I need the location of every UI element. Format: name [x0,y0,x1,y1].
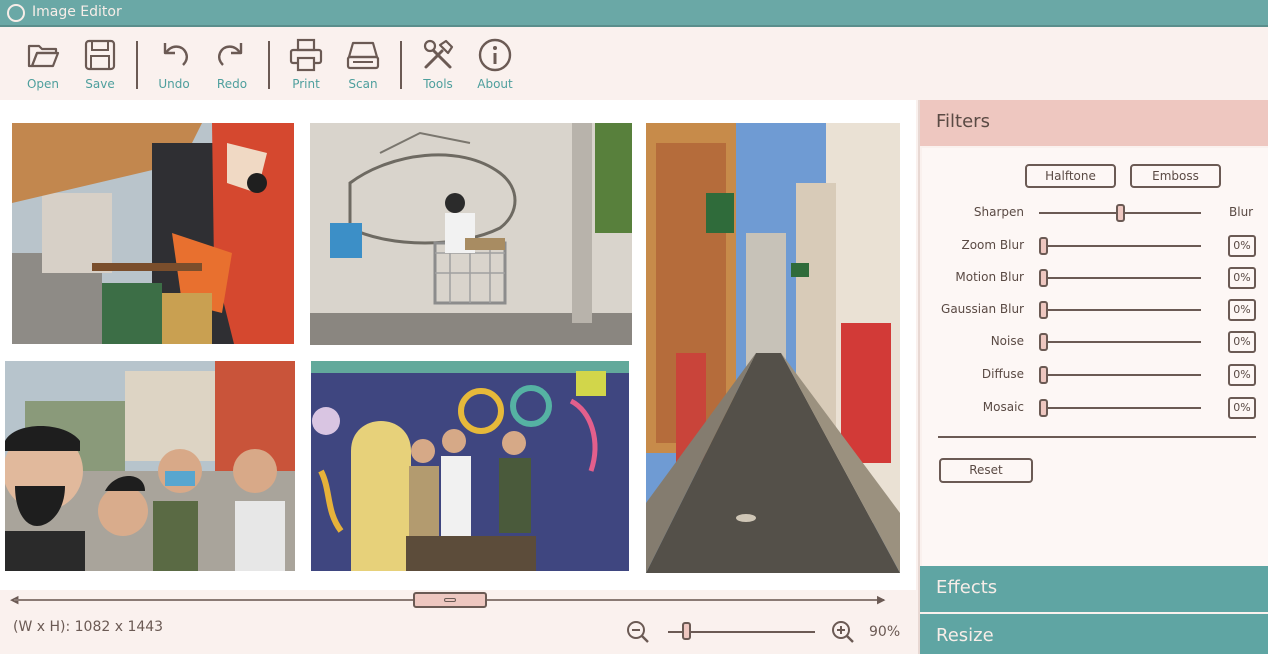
filter-value-field[interactable]: 0% [1228,331,1256,353]
floppy-disk-icon [84,39,116,71]
folder-open-icon [27,44,60,68]
filters-divider [938,436,1256,438]
filter-label: Mosaic [982,400,1024,414]
filters-title: Filters [936,111,990,132]
photo-street [646,123,900,573]
resize-section-header[interactable]: Resize [920,614,1268,654]
filter-row: Noise 0% [920,330,1268,354]
undo-button[interactable]: Undo [148,37,200,95]
filter-label: Motion Blur [955,270,1024,284]
open-button[interactable]: Open [17,37,69,95]
redo-icon [218,43,243,66]
filter-slider-thumb[interactable] [1039,301,1048,319]
filter-slider[interactable] [1039,309,1201,311]
tools-button[interactable]: Tools [412,37,464,95]
wrench-hammer-icon [423,39,454,69]
photo-mural-group [311,361,629,571]
filter-value-field[interactable]: 0% [1228,235,1256,257]
filter-value-field[interactable]: 0% [1228,364,1256,386]
title-bar: Image Editor [0,0,1268,27]
filter-row: Diffuse 0% [920,363,1268,387]
toolbar-divider [400,41,402,89]
filter-row: Gaussian Blur 0% [920,298,1268,322]
toolbar-divider [136,41,138,89]
sharpen-blur-slider-thumb[interactable] [1116,204,1125,222]
print-button[interactable]: Print [280,37,332,95]
photo-shopping-cart [310,123,632,345]
undo-icon [163,43,188,66]
filter-value-field[interactable]: 0% [1228,397,1256,419]
zoom-out-icon[interactable] [626,620,650,644]
filter-value-field[interactable]: 0% [1228,267,1256,289]
filter-slider[interactable] [1039,407,1201,409]
filters-section-header[interactable]: Filters [920,100,1268,146]
save-button[interactable]: Save [74,37,126,95]
filter-slider-thumb[interactable] [1039,333,1048,351]
app-icon [7,4,25,22]
filter-row: Motion Blur 0% [920,266,1268,290]
filter-label: Zoom Blur [961,238,1024,252]
filter-slider[interactable] [1039,277,1201,279]
halftone-button[interactable]: Halftone [1025,164,1116,188]
scanner-icon [346,41,380,70]
emboss-button[interactable]: Emboss [1130,164,1221,188]
open-label: Open [26,77,60,91]
printer-icon [289,38,323,72]
about-label: About [477,77,513,91]
image-canvas[interactable] [0,100,916,590]
reset-button[interactable]: Reset [939,458,1033,483]
filter-slider-thumb[interactable] [1039,237,1048,255]
filter-row-sharpen: Sharpen Blur [920,201,1268,225]
filter-slider-thumb[interactable] [1039,399,1048,417]
filter-slider[interactable] [1039,341,1201,343]
horizontal-scroll-thumb[interactable] [413,592,487,608]
save-label: Save [85,77,115,91]
redo-button[interactable]: Redo [206,37,258,95]
grip-icon [444,598,456,602]
info-icon [478,38,512,72]
toolbar-divider [268,41,270,89]
resize-title: Resize [936,625,994,646]
filter-slider-thumb[interactable] [1039,269,1048,287]
zoom-in-icon[interactable] [831,620,855,644]
photo-mural-cafe [12,123,294,344]
redo-label: Redo [216,77,248,91]
print-label: Print [292,77,320,91]
scan-button[interactable]: Scan [337,37,389,95]
bottom-status-bar: ◀ ▶ (W x H): 1082 x 1443 90% [0,590,916,654]
filter-label: Diffuse [981,367,1024,381]
zoom-slider-thumb[interactable] [681,622,691,640]
side-panel: Filters Halftone Emboss Sharpen Blur Zoo… [918,100,1268,654]
scan-label: Scan [348,77,378,91]
filter-slider[interactable] [1039,374,1201,376]
filter-value-field[interactable]: 0% [1228,299,1256,321]
about-button[interactable]: About [469,37,521,95]
filter-slider-thumb[interactable] [1039,366,1048,384]
toolbar: Open Save Undo Redo Print Scan Tools Abo… [0,29,1268,100]
filter-slider[interactable] [1039,245,1201,247]
sharpen-label: Sharpen [973,205,1024,219]
filter-row: Mosaic 0% [920,396,1268,420]
scroll-right-arrow-icon[interactable]: ▶ [877,593,885,606]
effects-section-header[interactable]: Effects [920,566,1268,612]
undo-label: Undo [158,77,190,91]
filter-label: Noise [990,334,1024,348]
image-dimensions: (W x H): 1082 x 1443 [13,619,164,635]
filter-label: Gaussian Blur [941,302,1024,316]
photo-group-selfie [5,361,295,571]
zoom-level: 90% [869,624,901,640]
tools-label: Tools [423,77,453,91]
window-title: Image Editor [32,4,122,20]
effects-title: Effects [936,577,998,598]
blur-label: Blur [1229,205,1254,219]
filter-row: Zoom Blur 0% [920,234,1268,258]
